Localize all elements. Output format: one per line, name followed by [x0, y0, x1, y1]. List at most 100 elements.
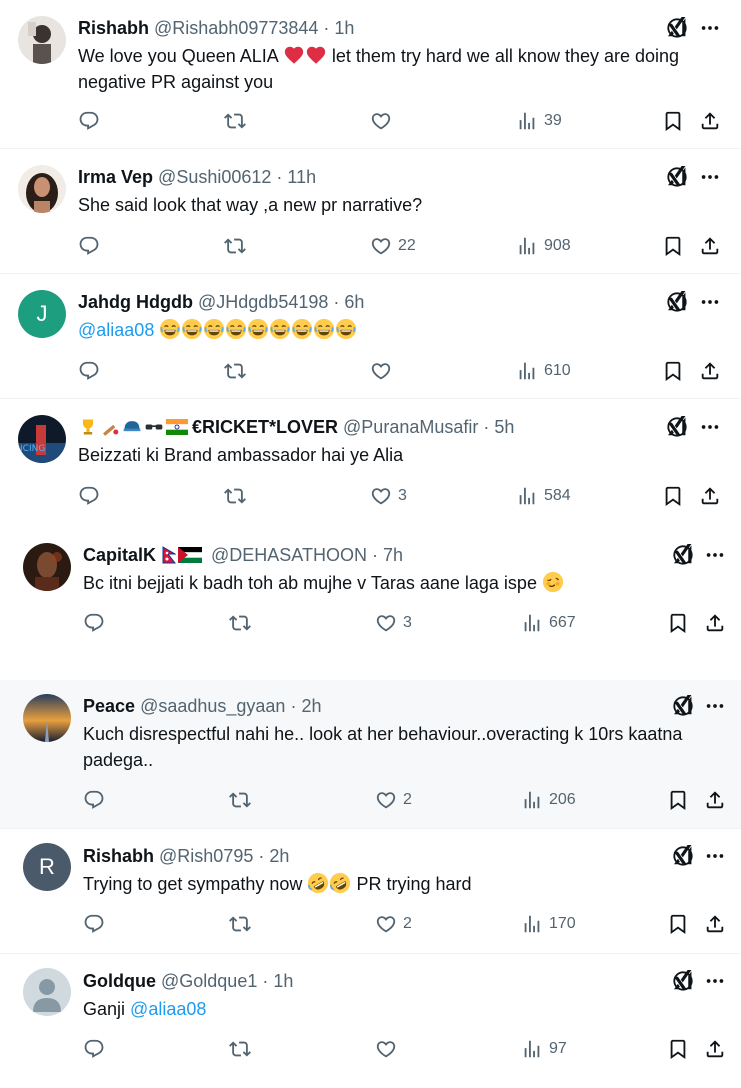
share-icon[interactable]: [704, 913, 726, 935]
timestamp[interactable]: 2h: [269, 846, 289, 867]
more-icon[interactable]: [699, 166, 721, 188]
retweet-icon[interactable]: [224, 235, 246, 257]
reply-icon[interactable]: [78, 485, 100, 507]
like-icon[interactable]: [375, 1038, 403, 1060]
reply-icon[interactable]: [78, 360, 100, 382]
avatar[interactable]: R: [23, 843, 71, 891]
handle[interactable]: @DEHASATHOON: [211, 545, 367, 566]
grok-icon[interactable]: [672, 544, 694, 566]
retweet-icon[interactable]: [224, 360, 246, 382]
views-icon[interactable]: 908: [516, 235, 571, 257]
timestamp[interactable]: 6h: [344, 292, 364, 313]
timestamp[interactable]: 7h: [383, 545, 403, 566]
reply-icon[interactable]: [78, 235, 100, 257]
reply-icon[interactable]: [83, 913, 105, 935]
more-icon[interactable]: [699, 17, 721, 39]
views-icon[interactable]: 667: [521, 612, 576, 634]
grok-icon[interactable]: [666, 166, 688, 188]
display-name[interactable]: Rishabh: [83, 846, 154, 867]
like-icon[interactable]: 2: [375, 789, 412, 811]
avatar[interactable]: [23, 968, 71, 1016]
bookmark-icon[interactable]: [662, 485, 684, 507]
share-icon[interactable]: [699, 110, 721, 132]
share-icon[interactable]: [704, 789, 726, 811]
more-icon[interactable]: [704, 845, 726, 867]
more-icon[interactable]: [704, 695, 726, 717]
bookmark-icon[interactable]: [667, 1038, 689, 1060]
like-icon[interactable]: [370, 360, 398, 382]
avatar[interactable]: [23, 694, 71, 742]
grok-icon[interactable]: [672, 970, 694, 992]
grok-icon[interactable]: [672, 695, 694, 717]
like-icon[interactable]: [370, 110, 398, 132]
handle[interactable]: @Sushi00612: [158, 167, 271, 188]
tweet[interactable]: Peace @saadhus_gyaan · 2h Kuch disrespec…: [0, 680, 741, 828]
like-icon[interactable]: 22: [370, 235, 416, 257]
tweet[interactable]: ICING €RICKET*LOVER @PuranaMusafir · 5h …: [0, 399, 741, 523]
retweet-icon[interactable]: [229, 612, 251, 634]
like-icon[interactable]: 3: [375, 612, 412, 634]
share-icon[interactable]: [699, 235, 721, 257]
display-name[interactable]: Jahdg Hdgdb: [78, 292, 193, 313]
views-icon[interactable]: 610: [516, 360, 571, 382]
share-icon[interactable]: [704, 612, 726, 634]
avatar[interactable]: [18, 16, 66, 64]
display-name[interactable]: Goldque: [83, 971, 156, 992]
handle[interactable]: @JHdgdb54198: [198, 292, 328, 313]
grok-icon[interactable]: [666, 17, 688, 39]
handle[interactable]: @Rishabh09773844: [154, 18, 318, 39]
timestamp[interactable]: 1h: [273, 971, 293, 992]
avatar[interactable]: J: [18, 290, 66, 338]
more-icon[interactable]: [704, 544, 726, 566]
display-name[interactable]: Rishabh: [78, 18, 149, 39]
reply-icon[interactable]: [83, 789, 105, 811]
avatar[interactable]: [23, 543, 71, 591]
views-icon[interactable]: 206: [521, 789, 576, 811]
views-icon[interactable]: 97: [521, 1038, 567, 1060]
tweet[interactable]: Rishabh @Rishabh09773844 · 1h We love yo…: [0, 0, 741, 148]
grok-icon[interactable]: [666, 416, 688, 438]
retweet-icon[interactable]: [229, 789, 251, 811]
handle[interactable]: @Rish0795: [159, 846, 253, 867]
tweet[interactable]: J Jahdg Hdgdb @JHdgdb54198 · 6h @aliaa08…: [0, 274, 741, 398]
retweet-icon[interactable]: [224, 110, 246, 132]
display-name[interactable]: CapitalK: [83, 545, 156, 566]
tweet[interactable]: R Rishabh @Rish0795 · 2h Trying to get s…: [0, 829, 741, 953]
share-icon[interactable]: [699, 485, 721, 507]
tweet[interactable]: Irma Vep @Sushi00612 · 11h She said look…: [0, 149, 741, 273]
like-icon[interactable]: 2: [375, 913, 412, 935]
retweet-icon[interactable]: [229, 913, 251, 935]
handle[interactable]: @saadhus_gyaan: [140, 696, 285, 717]
more-icon[interactable]: [704, 970, 726, 992]
reply-icon[interactable]: [83, 612, 105, 634]
reply-icon[interactable]: [78, 110, 100, 132]
retweet-icon[interactable]: [229, 1038, 251, 1060]
like-icon[interactable]: 3: [370, 485, 407, 507]
grok-icon[interactable]: [666, 291, 688, 313]
tweet[interactable]: Goldque @Goldque1 · 1h Ganji @aliaa08 97: [0, 954, 741, 1088]
more-icon[interactable]: [699, 416, 721, 438]
avatar[interactable]: [18, 165, 66, 213]
display-name[interactable]: Irma Vep: [78, 167, 153, 188]
bookmark-icon[interactable]: [662, 235, 684, 257]
views-icon[interactable]: 39: [516, 110, 562, 132]
display-name[interactable]: Peace: [83, 696, 135, 717]
mention-link[interactable]: @aliaa08: [130, 999, 206, 1019]
grok-icon[interactable]: [672, 845, 694, 867]
timestamp[interactable]: 1h: [334, 18, 354, 39]
share-icon[interactable]: [704, 1038, 726, 1060]
bookmark-icon[interactable]: [662, 360, 684, 382]
views-icon[interactable]: 584: [516, 485, 571, 507]
timestamp[interactable]: 2h: [301, 696, 321, 717]
tweet[interactable]: CapitalK @DEHASATHOON · 7h Bc itni bejja…: [0, 527, 741, 667]
timestamp[interactable]: 11h: [287, 167, 316, 188]
handle[interactable]: @PuranaMusafir: [343, 417, 478, 438]
bookmark-icon[interactable]: [662, 110, 684, 132]
views-icon[interactable]: 170: [521, 913, 576, 935]
timestamp[interactable]: 5h: [494, 417, 514, 438]
mention-link[interactable]: @aliaa08: [78, 320, 154, 340]
share-icon[interactable]: [699, 360, 721, 382]
handle[interactable]: @Goldque1: [161, 971, 257, 992]
bookmark-icon[interactable]: [667, 789, 689, 811]
bookmark-icon[interactable]: [667, 612, 689, 634]
